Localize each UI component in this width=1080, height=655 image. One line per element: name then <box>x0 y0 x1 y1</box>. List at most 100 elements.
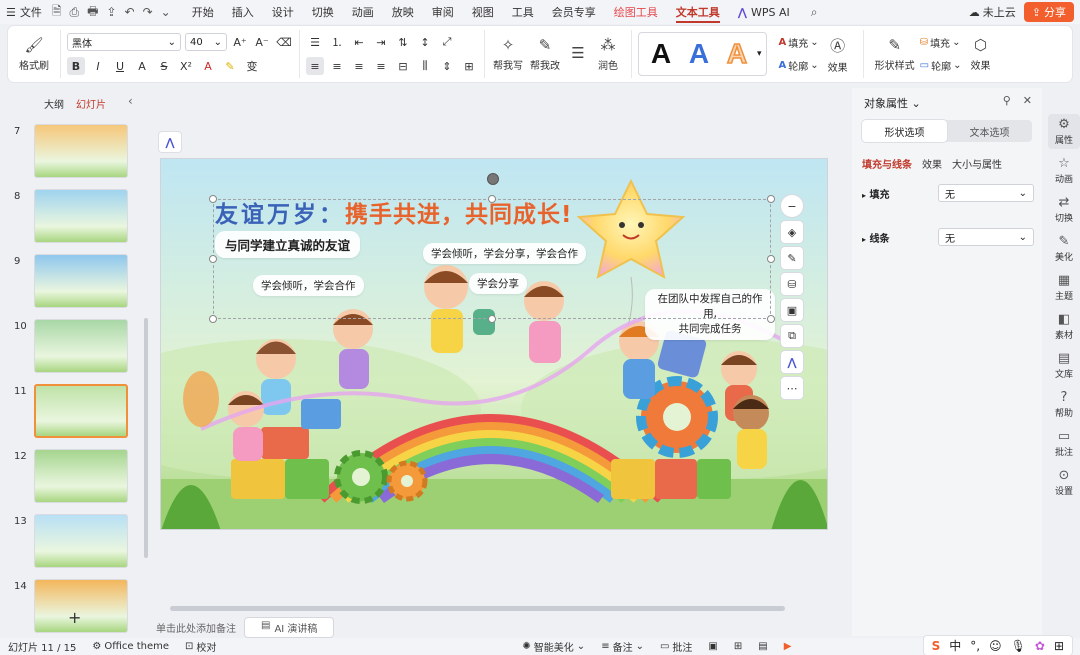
format-painter-button[interactable]: 🖌 格式刷 <box>14 30 54 78</box>
print-preview-icon[interactable]: ⎙ <box>66 5 84 20</box>
resize-handle[interactable] <box>209 255 217 263</box>
sidebar-item-1[interactable]: ⚙ 属性 <box>1048 114 1080 149</box>
save-icon[interactable]: 🗎 <box>48 2 66 23</box>
play-icon[interactable]: ▶ <box>776 641 800 652</box>
tab-size-properties[interactable]: 大小与属性 <box>952 156 1002 171</box>
theme-indicator[interactable]: ⚙ Office theme <box>84 641 177 652</box>
tab-effects[interactable]: 效果 <box>922 156 942 171</box>
font-size-select[interactable]: 40 ⌄ <box>185 33 227 51</box>
fill-label[interactable]: ▸ 填充 <box>862 186 890 201</box>
tab-7[interactable]: 审阅 <box>423 0 463 24</box>
superscript-icon[interactable]: X² <box>177 57 195 75</box>
numbered-list-icon[interactable]: ⒈ <box>328 33 346 51</box>
notes-button[interactable]: ≡ 备注 ⌄ <box>593 639 652 654</box>
panel-title[interactable]: 对象属性 ⌄ <box>864 95 921 111</box>
tab-4[interactable]: 切换 <box>303 0 343 24</box>
file-menu[interactable]: ☰ 文件 <box>0 0 48 24</box>
chevron-down-icon[interactable]: ▾ <box>757 49 762 59</box>
redo-icon[interactable]: ↷ <box>139 5 157 19</box>
wps-ai-icon[interactable]: ⋀ <box>781 351 803 373</box>
sidebar-item-3[interactable]: ⇄ 切换 <box>1048 192 1080 227</box>
bullet-list-icon[interactable]: ☰ <box>306 33 324 51</box>
text-style-blue[interactable]: A <box>681 34 717 74</box>
align-text-icon[interactable]: ⊞ <box>460 57 478 75</box>
sort-icon[interactable]: ↕ <box>416 33 434 51</box>
column-icon[interactable]: ⫼ <box>416 57 434 75</box>
italic-icon[interactable]: I <box>89 57 107 75</box>
pen-icon[interactable]: ✎ <box>781 247 803 269</box>
text-style-orange[interactable]: A <box>719 34 755 74</box>
comments-button[interactable]: ▭ 批注 <box>652 639 700 654</box>
tab-9[interactable]: 工具 <box>503 0 543 24</box>
layers-icon[interactable]: ◈ <box>781 221 803 243</box>
distribute-icon[interactable]: ⊟ <box>394 57 412 75</box>
microphone-icon[interactable]: 🎙 <box>1011 639 1026 653</box>
text-direction-icon[interactable]: ⇅ <box>394 33 412 51</box>
font-name-select[interactable]: 黑体 ⌄ <box>67 33 181 51</box>
wps-ai-tab[interactable]: ⋀ WPS AI <box>729 0 799 24</box>
fill-icon[interactable]: ⛁ <box>781 273 803 295</box>
sidebar-item-7[interactable]: ▤ 文库 <box>1048 348 1080 383</box>
slide-thumbnail-row[interactable]: 12 <box>14 449 134 503</box>
tab-text-options[interactable]: 文本选项 <box>947 120 1032 142</box>
decrease-font-icon[interactable]: A⁻ <box>253 33 271 51</box>
skin-icon[interactable]: ✿ <box>1035 639 1045 653</box>
sogou-icon[interactable]: S <box>932 639 941 653</box>
sidebar-item-2[interactable]: ☆ 动画 <box>1048 153 1080 188</box>
rotate-handle[interactable] <box>487 173 499 185</box>
text-style-black[interactable]: A <box>643 34 679 74</box>
slide-thumbnail-row[interactable]: 13 <box>14 514 134 568</box>
sidebar-item-9[interactable]: ▭ 批注 <box>1048 426 1080 461</box>
resize-handle[interactable] <box>767 315 775 323</box>
tab-1[interactable]: 开始 <box>183 0 223 24</box>
help-edit-button[interactable]: ✎ 帮我改 <box>525 30 565 78</box>
horizontal-scrollbar[interactable] <box>170 606 785 611</box>
tab-slides[interactable]: 幻灯片 <box>76 96 106 111</box>
text-fill-button[interactable]: A 填充 ⌄ <box>779 35 819 50</box>
add-slide-button[interactable]: + <box>68 608 81 627</box>
align-left-icon[interactable]: ≡ <box>306 57 324 75</box>
highlight-icon[interactable]: ✎ <box>221 57 239 75</box>
sidebar-item-6[interactable]: ◧ 素材 <box>1048 309 1080 344</box>
slide-thumbnail-row[interactable]: 8 <box>14 189 134 243</box>
frame-icon[interactable]: ▣ <box>781 299 803 321</box>
chinese-mode-icon[interactable]: 中 <box>949 637 961 654</box>
slide-thumbnail-row[interactable]: 10 <box>14 319 134 373</box>
clear-format-icon[interactable]: ⌫ <box>275 33 293 51</box>
tab-2[interactable]: 插入 <box>223 0 263 24</box>
slide-thumbnail[interactable] <box>34 384 128 438</box>
grid-view-icon[interactable]: ⊞ <box>726 641 750 652</box>
minus-icon[interactable]: − <box>781 195 803 217</box>
tab-10[interactable]: 会员专享 <box>543 0 605 24</box>
tab-shape-options[interactable]: 形状选项 <box>862 120 947 142</box>
resize-handle[interactable] <box>488 315 496 323</box>
sidebar-item-5[interactable]: ▦ 主题 <box>1048 270 1080 305</box>
crop-icon[interactable]: ⧉ <box>781 325 803 347</box>
smart-beautify-button[interactable]: ✺ 智能美化 ⌄ <box>514 639 593 654</box>
punctuation-icon[interactable]: °, <box>970 639 980 653</box>
tab-12[interactable]: 文本工具 <box>667 0 729 24</box>
tab-3[interactable]: 设计 <box>263 0 303 24</box>
slide-thumbnail[interactable] <box>34 254 128 308</box>
normal-view-icon[interactable]: ▣ <box>700 641 725 652</box>
more-icon[interactable]: ⋯ <box>781 377 803 399</box>
search-icon[interactable]: ⌕ <box>807 5 822 20</box>
slide-thumbnail[interactable] <box>34 189 128 243</box>
underline-icon[interactable]: U <box>111 57 129 75</box>
collapse-panel-icon[interactable]: ‹ <box>128 94 133 108</box>
resize-handle[interactable] <box>209 315 217 323</box>
reading-view-icon[interactable]: ▤ <box>750 641 775 652</box>
text-effects-button[interactable]: Ⓐ 效果 <box>819 30 857 78</box>
tab-8[interactable]: 视图 <box>463 0 503 24</box>
bold-icon[interactable]: B <box>67 57 85 75</box>
shape-outline-button[interactable]: ▭ 轮廓 ⌄ <box>920 58 962 73</box>
slides-scrollbar[interactable] <box>144 318 148 558</box>
align-center-icon[interactable]: ≡ <box>328 57 346 75</box>
slide-thumbnail[interactable] <box>34 124 128 178</box>
sidebar-item-10[interactable]: ⊙ 设置 <box>1048 465 1080 500</box>
tab-outline[interactable]: 大纲 <box>44 96 64 111</box>
phonetic-icon[interactable]: 变 <box>243 57 261 75</box>
sidebar-item-8[interactable]: ? 帮助 <box>1048 387 1080 422</box>
line-label[interactable]: ▸ 线条 <box>862 230 890 245</box>
text-style-gallery[interactable]: A A A ▾ <box>638 32 767 76</box>
